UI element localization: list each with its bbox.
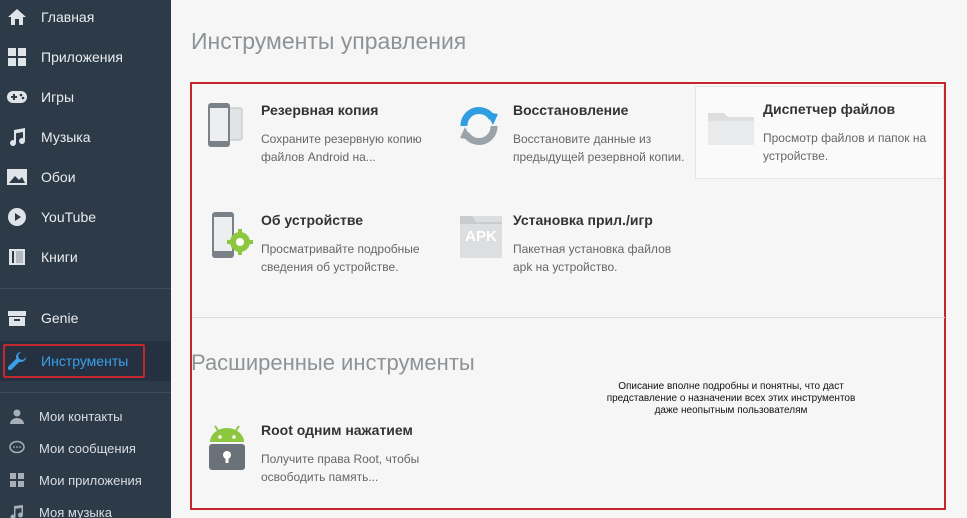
person-icon (7, 406, 27, 426)
sidebar-item-label: Музыка (41, 129, 91, 145)
sidebar-item-home[interactable]: Главная (0, 0, 171, 37)
folder-icon (706, 99, 754, 151)
apps-grid-icon (7, 470, 27, 490)
sidebar: Главная Приложения Игры Музыка Обои YouT… (0, 0, 171, 518)
tool-description: Получите права Root, чтобы освободить па… (261, 452, 420, 484)
genie-box-icon (5, 306, 29, 330)
wallpaper-icon (5, 165, 29, 189)
section-divider (192, 317, 945, 318)
sidebar-item-label: Мои приложения (39, 472, 142, 488)
tool-name: Root одним нажатием (261, 422, 413, 438)
home-icon (5, 5, 29, 29)
apk-icon-label: APK (465, 228, 497, 245)
apk-icon: APK (456, 210, 506, 262)
tool-description: Восстановите данные из предыдущей резерв… (513, 132, 685, 164)
sidebar-divider (0, 288, 171, 289)
tool-description: Пакетная установка файлов apk на устройс… (513, 242, 672, 274)
sidebar-item-label: Моя музыка (39, 504, 112, 518)
annotation-note: Описание вполне подробны и понятны, что … (606, 381, 856, 416)
restore-arrows-icon (456, 100, 502, 152)
tool-description: Сохраните резервную копию файлов Android… (261, 132, 422, 164)
sidebar-divider (0, 392, 171, 393)
sidebar-item-wallpapers[interactable]: Обои (0, 157, 171, 197)
book-icon (5, 245, 29, 269)
tool-name: Резервная копия (261, 102, 379, 118)
sidebar-item-label: Обои (41, 169, 76, 185)
sidebar-item-label: Мои контакты (39, 408, 123, 424)
play-icon (5, 205, 29, 229)
section-title-advanced: Расширенные инструменты (191, 350, 475, 375)
device-gear-icon (204, 210, 253, 262)
tool-name: Диспетчер файлов (763, 101, 896, 117)
tool-backup[interactable]: Резервная копия Сохраните резервную копи… (194, 88, 442, 178)
sidebar-item-youtube[interactable]: YouTube (0, 197, 171, 237)
sidebar-item-label: Игры (41, 89, 75, 105)
sidebar-item-label: YouTube (41, 209, 97, 225)
page-title: Инструменты управления (191, 28, 467, 54)
sidebar-item-apps[interactable]: Приложения (0, 37, 171, 77)
sidebar-item-label: Мои сообщения (39, 440, 136, 456)
android-lock-icon (204, 420, 250, 472)
main-content: Инструменты управления Резервная копия С… (171, 0, 967, 518)
apps-grid-icon (5, 45, 29, 69)
sidebar-item-games[interactable]: Игры (0, 77, 171, 117)
sidebar-item-label: Книги (41, 249, 78, 265)
music-note-icon (7, 502, 27, 518)
tool-file-manager[interactable]: Диспетчер файлов Просмотр файлов и папок… (695, 86, 944, 179)
backup-phones-icon (204, 100, 250, 152)
annotation-highlight-box (3, 344, 145, 378)
sidebar-item-genie[interactable]: Genie (0, 298, 171, 338)
tool-name: Восстановление (513, 102, 629, 118)
sidebar-item-label: Главная (41, 9, 95, 25)
sidebar-item-books[interactable]: Книги (0, 237, 171, 277)
chat-icon (7, 438, 27, 458)
music-note-icon (5, 125, 29, 149)
sidebar-item-my-music[interactable]: Моя музыка (0, 492, 171, 518)
gamepad-icon (5, 85, 29, 109)
tool-name: Установка прил./игр (513, 212, 653, 228)
tool-apk-install[interactable]: APK Установка прил./игр Пакетная установ… (446, 198, 694, 288)
tool-name: Об устройстве (261, 212, 364, 228)
tool-device-info[interactable]: Об устройстве Просматривайте подробные с… (194, 198, 442, 288)
tool-one-click-root[interactable]: Root одним нажатием Получите права Root,… (194, 408, 442, 498)
tool-description: Просматривайте подробные сведения об уст… (261, 242, 420, 274)
tool-description: Просмотр файлов и папок на устройстве. (763, 131, 927, 163)
sidebar-item-label: Приложения (41, 49, 123, 65)
sidebar-item-label: Genie (41, 310, 79, 326)
sidebar-item-music[interactable]: Музыка (0, 117, 171, 157)
tool-restore[interactable]: Восстановление Восстановите данные из пр… (446, 88, 694, 178)
